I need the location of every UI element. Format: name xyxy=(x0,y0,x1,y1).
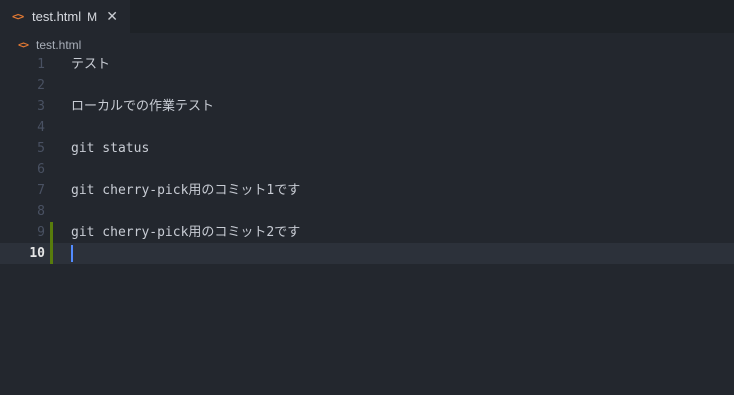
line-number: 1 xyxy=(37,57,45,72)
close-icon[interactable]: ✕ xyxy=(105,8,119,25)
line-text: git cherry-pick用のコミット1です xyxy=(71,183,301,198)
code-editor[interactable]: 1 テスト 2 3 ローカルでの作業テスト 4 5 git status 6 7… xyxy=(0,54,734,395)
line-text: ローカルでの作業テスト xyxy=(71,99,215,114)
line-number: 2 xyxy=(37,78,45,93)
line-number: 5 xyxy=(37,141,45,156)
code-brackets-icon: <> xyxy=(12,10,24,23)
git-added-marker[interactable] xyxy=(50,222,53,243)
breadcrumb: <> test.html xyxy=(18,36,81,54)
tab-test-html[interactable]: <> test.html M ✕ xyxy=(0,0,130,33)
line-number: 9 xyxy=(37,225,45,240)
tab-label: test.html xyxy=(32,9,82,24)
line-text: テスト xyxy=(71,57,111,72)
editor-line[interactable]: 6 xyxy=(0,159,734,180)
line-number: 4 xyxy=(37,120,45,135)
editor-line[interactable]: 9 git cherry-pick用のコミット2です xyxy=(0,222,734,243)
line-text: git cherry-pick用のコミット2です xyxy=(71,225,301,240)
code-brackets-icon: <> xyxy=(18,39,29,51)
modified-badge: M xyxy=(87,9,98,24)
editor-line[interactable]: 5 git status xyxy=(0,138,734,159)
line-number: 3 xyxy=(37,99,45,114)
line-number: 8 xyxy=(37,204,45,219)
git-added-marker[interactable] xyxy=(50,243,53,264)
tab-bar: <> test.html M ✕ xyxy=(0,0,734,33)
line-number: 7 xyxy=(37,183,45,198)
breadcrumb-file[interactable]: test.html xyxy=(36,38,81,52)
editor-line[interactable]: 1 テスト xyxy=(0,54,734,75)
editor-line-active[interactable]: 10 xyxy=(0,243,734,264)
editor-line[interactable]: 7 git cherry-pick用のコミット1です xyxy=(0,180,734,201)
line-text: git status xyxy=(71,141,150,156)
line-number: 10 xyxy=(29,246,45,261)
text-cursor xyxy=(71,245,73,262)
line-number: 6 xyxy=(37,162,45,177)
editor-line[interactable]: 2 xyxy=(0,75,734,96)
editor-line[interactable]: 4 xyxy=(0,117,734,138)
editor-line[interactable]: 8 xyxy=(0,201,734,222)
editor-line[interactable]: 3 ローカルでの作業テスト xyxy=(0,96,734,117)
